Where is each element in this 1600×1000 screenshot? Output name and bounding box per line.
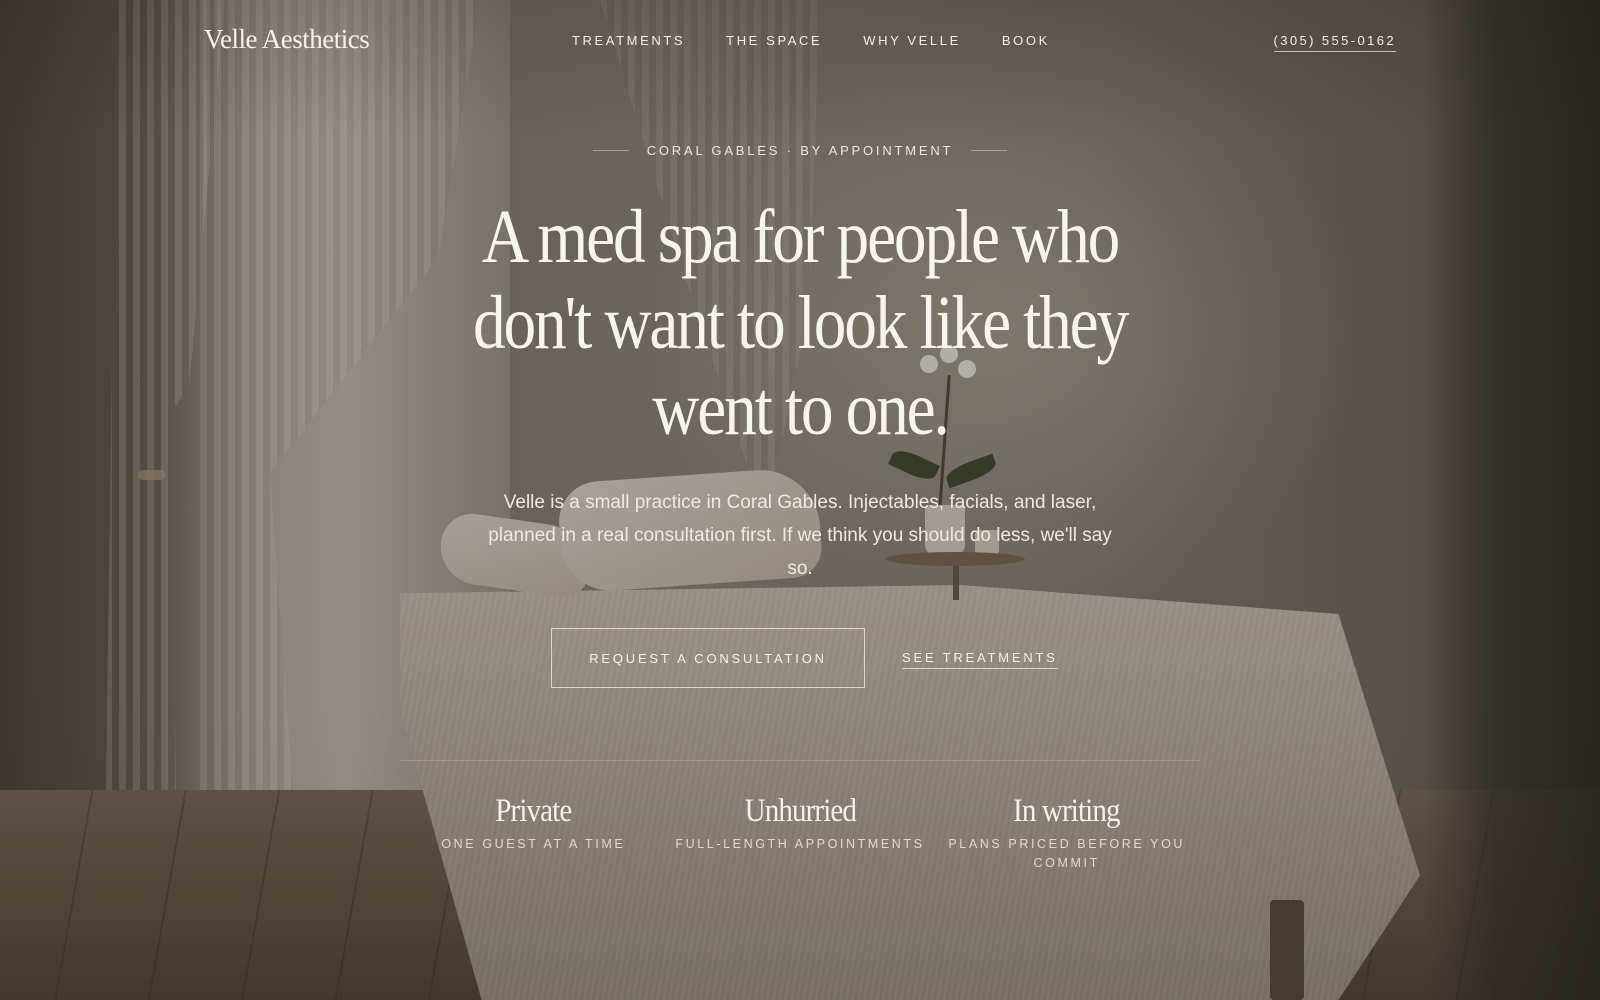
nav-the-space[interactable]: THE SPACE	[726, 33, 822, 48]
nav-why-velle[interactable]: WHY VELLE	[863, 33, 961, 48]
nav-treatments[interactable]: TREATMENTS	[572, 33, 685, 48]
eyebrow-text: CORAL GABLES · BY APPOINTMENT	[646, 143, 954, 158]
eyebrow-rule-left	[592, 150, 629, 151]
feature-in-writing: In writing PLANS PRICED BEFORE YOU COMMI…	[933, 790, 1200, 873]
feature-subtitle: PLANS PRICED BEFORE YOU COMMIT	[948, 837, 1186, 870]
hero-subhead: Velle is a small practice in Coral Gable…	[488, 492, 1112, 579]
cta-row: REQUEST A CONSULTATION SEE TREATMENTS	[0, 628, 1600, 688]
feature-subtitle: ONE GUEST AT A TIME	[441, 837, 626, 851]
nav-book[interactable]: BOOK	[1002, 33, 1050, 48]
hero-headline: A med spa for people who don't want to l…	[472, 195, 1129, 451]
feature-private: Private ONE GUEST AT A TIME	[400, 790, 667, 873]
main-nav: TREATMENTS THE SPACE WHY VELLE BOOK	[572, 33, 1050, 48]
request-consultation-button[interactable]: REQUEST A CONSULTATION	[551, 628, 865, 688]
request-consultation-label: REQUEST A CONSULTATION	[589, 650, 827, 666]
feature-list: Private ONE GUEST AT A TIME Unhurried FU…	[400, 790, 1200, 873]
site-header: Velle Aesthetics TREATMENTS THE SPACE WH…	[0, 0, 1600, 82]
feature-title: Private	[495, 793, 572, 829]
feature-subtitle: FULL-LENGTH APPOINTMENTS	[675, 837, 925, 851]
see-treatments-link[interactable]: SEE TREATMENTS	[902, 650, 1058, 669]
feature-title: In writing	[1013, 793, 1120, 829]
phone-link[interactable]: (305) 555-0162	[1273, 33, 1396, 52]
hero-divider	[400, 760, 1200, 761]
eyebrow-rule-right	[971, 150, 1008, 151]
eyebrow: CORAL GABLES · BY APPOINTMENT	[0, 143, 1600, 158]
logo[interactable]: Velle Aesthetics	[204, 24, 370, 55]
feature-unhurried: Unhurried FULL-LENGTH APPOINTMENTS	[667, 790, 934, 873]
feature-title: Unhurried	[744, 793, 856, 829]
